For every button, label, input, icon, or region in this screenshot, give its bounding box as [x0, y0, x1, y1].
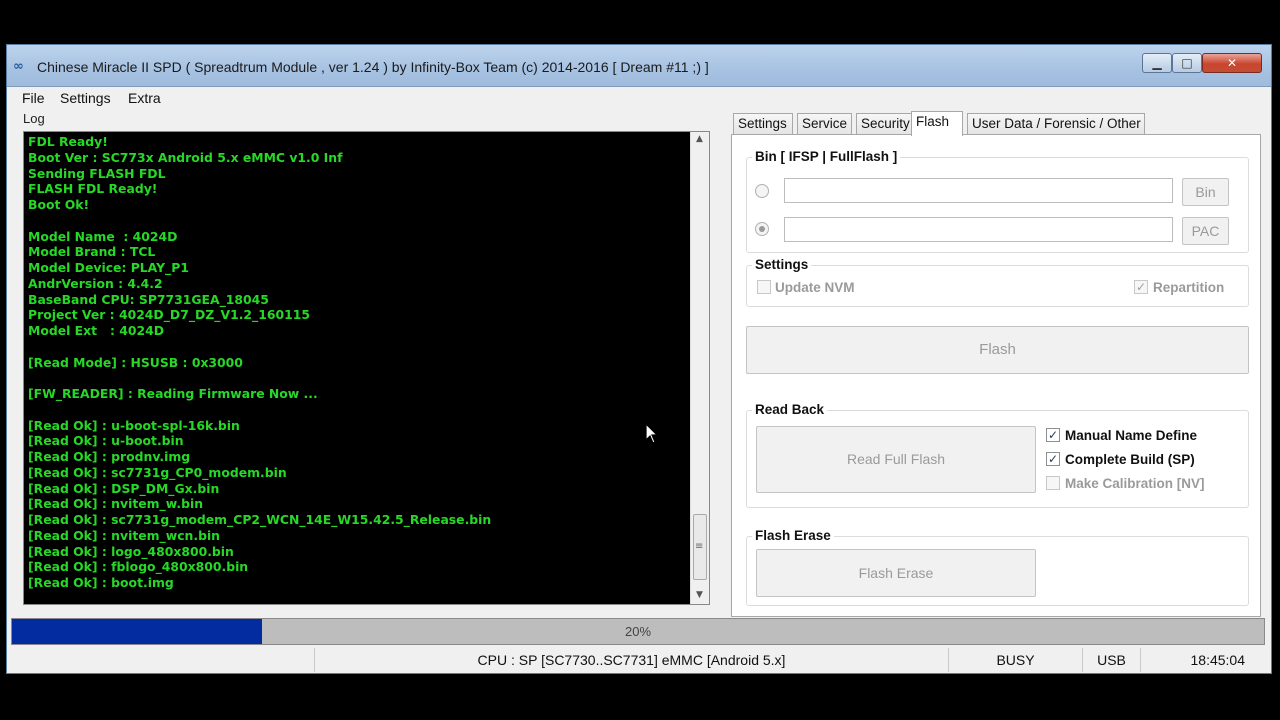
- status-cpu: CPU : SP [SC7730..SC7731] eMMC [Android …: [315, 648, 949, 672]
- log-line: FLASH FDL Ready!: [28, 181, 158, 197]
- log-line: [Read Ok] : nvitem_wcn.bin: [28, 527, 221, 543]
- tab-flash[interactable]: Flash: [911, 111, 963, 136]
- pac-button[interactable]: PAC: [1182, 217, 1229, 245]
- progress-bar: 20%: [11, 618, 1265, 645]
- log-line: [Read Ok] : prodnv.img: [28, 449, 191, 464]
- tab-settings[interactable]: Settings: [733, 113, 793, 135]
- read-back-group: Read Back Read Full Flash ✓ Manual Name …: [746, 402, 1249, 508]
- flash-tab-panel: Bin [ IFSP | FullFlash ] Bin PAC Setting…: [731, 134, 1261, 617]
- read-back-group-title: Read Back: [752, 402, 828, 417]
- make-calibration-checkbox[interactable]: [1046, 476, 1060, 490]
- complete-build-label: Complete Build (SP): [1065, 452, 1195, 467]
- status-blank: [11, 648, 315, 672]
- log-line: Boot Ok!: [28, 197, 90, 212]
- update-nvm-label: Update NVM: [775, 280, 855, 295]
- bin-group: Bin [ IFSP | FullFlash ] Bin PAC: [746, 149, 1249, 253]
- flash-erase-button[interactable]: Flash Erase: [756, 549, 1036, 597]
- manual-name-define-checkbox[interactable]: ✓: [1046, 428, 1060, 442]
- log-line: FDL Ready!: [28, 134, 108, 149]
- window-title: Chinese Miracle II SPD ( Spreadtrum Modu…: [37, 59, 709, 75]
- mouse-cursor-icon: [645, 423, 659, 444]
- bin-path-input[interactable]: [784, 178, 1173, 203]
- bin-radio[interactable]: [755, 184, 769, 198]
- title-bar[interactable]: ∞ Chinese Miracle II SPD ( Spreadtrum Mo…: [7, 45, 1271, 87]
- flash-erase-group-title: Flash Erase: [752, 528, 834, 543]
- tab-service[interactable]: Service: [797, 113, 852, 135]
- close-button[interactable]: ✕: [1202, 53, 1262, 73]
- log-line: Boot Ver : SC773x Android 5.x eMMC v1.0 …: [28, 149, 343, 165]
- read-full-flash-button[interactable]: Read Full Flash: [756, 426, 1036, 493]
- log-line: [Read Ok] : logo_480x800.bin: [28, 543, 234, 559]
- scroll-up-arrow-icon[interactable]: ▲: [696, 134, 703, 144]
- log-scrollbar[interactable]: ▲ ≡ ▼: [690, 132, 709, 604]
- repartition-checkbox[interactable]: ✓: [1134, 280, 1148, 294]
- log-line: [Read Ok] : u-boot-spl-16k.bin: [28, 417, 240, 433]
- scroll-down-arrow-icon[interactable]: ▼: [696, 590, 703, 600]
- complete-build-checkbox[interactable]: ✓: [1046, 452, 1060, 466]
- flash-button[interactable]: Flash: [746, 326, 1249, 374]
- log-line: AndrVersion : 4.4.2: [28, 275, 163, 291]
- grip-icon: ≡: [695, 541, 704, 552]
- log-line: Project Ver : 4024D_D7_DZ_V1.2_160115: [28, 307, 310, 323]
- status-bar: CPU : SP [SC7730..SC7731] eMMC [Android …: [11, 648, 1265, 672]
- menu-bar: File Settings Extra: [7, 87, 1271, 109]
- progress-label: 20%: [624, 624, 652, 639]
- log-line: Model Device: PLAY_P1: [28, 260, 189, 275]
- log-line: [Read Ok] : sc7731g_CP0_modem.bin: [28, 464, 287, 480]
- log-line: [Read Mode] : HSUSB : 0x3000: [28, 354, 243, 370]
- update-nvm-checkbox[interactable]: [757, 280, 771, 294]
- log-line: Model Name : 4024D: [28, 228, 178, 244]
- make-calibration-label: Make Calibration [NV]: [1065, 476, 1205, 491]
- pac-path-input[interactable]: [784, 217, 1173, 242]
- log-line: [Read Ok] : DSP_DM_Gx.bin: [28, 480, 220, 496]
- log-text: FDL Ready! Boot Ver : SC773x Android 5.x …: [28, 134, 688, 591]
- settings-group-title: Settings: [752, 257, 812, 272]
- status-connection: USB: [1083, 648, 1141, 672]
- log-line: [FW_READER] : Reading Firmware Now ...: [28, 386, 318, 401]
- bin-group-title: Bin [ IFSP | FullFlash ]: [752, 149, 901, 164]
- log-line: [Read Ok] : nvitem_w.bin: [28, 496, 204, 512]
- log-line: [Read Ok] : boot.img: [28, 575, 174, 590]
- tab-user-data[interactable]: User Data / Forensic / Other: [967, 113, 1145, 135]
- settings-group: Settings Update NVM ✓ Repartition: [746, 257, 1249, 307]
- pac-radio[interactable]: [755, 222, 769, 236]
- status-time: 18:45:04: [1190, 652, 1246, 668]
- bin-button[interactable]: Bin: [1182, 178, 1229, 206]
- status-state: BUSY: [949, 648, 1083, 672]
- log-line: [Read Ok] : sc7731g_modem_CP2_WCN_14E_W1…: [28, 512, 492, 527]
- maximize-button[interactable]: □: [1172, 53, 1202, 73]
- manual-name-define-label: Manual Name Define: [1065, 428, 1198, 443]
- log-panel[interactable]: FDL Ready! Boot Ver : SC773x Android 5.x …: [23, 131, 710, 605]
- main-window: ∞ Chinese Miracle II SPD ( Spreadtrum Mo…: [6, 44, 1272, 674]
- menu-settings[interactable]: Settings: [60, 90, 111, 106]
- scroll-thumb[interactable]: ≡: [693, 514, 707, 580]
- flash-erase-group: Flash Erase Flash Erase: [746, 528, 1249, 606]
- repartition-label: Repartition: [1153, 280, 1225, 295]
- log-line: BaseBand CPU: SP7731GEA_18045: [28, 291, 269, 307]
- minimize-button[interactable]: ▁: [1142, 53, 1172, 73]
- tab-security[interactable]: Security: [856, 113, 912, 135]
- log-line: [Read Ok] : fblogo_480x800.bin: [28, 559, 249, 575]
- infinity-logo-icon: ∞: [13, 59, 24, 74]
- log-line: Model Brand : TCL: [28, 244, 156, 260]
- menu-file[interactable]: File: [22, 90, 45, 106]
- menu-extra[interactable]: Extra: [128, 90, 161, 106]
- log-line: [Read Ok] : u-boot.bin: [28, 433, 184, 449]
- log-line: Model Ext : 4024D: [28, 323, 165, 338]
- log-line: Sending FLASH FDL: [28, 165, 166, 181]
- log-label: Log: [23, 111, 45, 126]
